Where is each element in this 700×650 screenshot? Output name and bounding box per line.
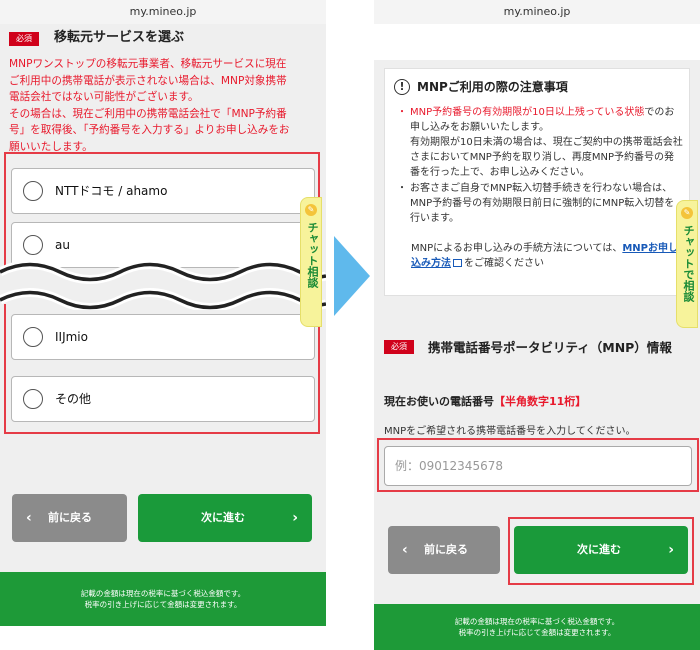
bullet-text: お客さまご自身でMNP転入切替手続きを行わない場合は、MNP予約番号の有効期限日… (410, 183, 675, 224)
chat-label: チャット相談 (306, 222, 319, 288)
bullet-emphasis: MNP予約番号の有効期限が10日以上残っている状態 (410, 107, 645, 118)
option-iijmio[interactable]: IIJmio (11, 314, 315, 360)
chevron-right-icon: › (668, 542, 674, 558)
required-badge: 必須 (9, 31, 39, 46)
back-button[interactable]: ‹ 前に戻る (388, 526, 500, 574)
option-label: NTTドコモ / ahamo (55, 184, 168, 198)
phone-help-text: MNPをご希望される携帯電話番号を入力してください。 (384, 426, 636, 437)
chevron-left-icon: ‹ (26, 510, 32, 526)
howto-suffix: をご確認ください (464, 258, 544, 269)
radio-icon[interactable] (23, 327, 43, 347)
bullet-detail: 有効期限が10日未満の場合は、現在ご契約中の携帯電話会社さまにおいてMNP予約を… (410, 137, 683, 178)
howto-prefix: MNPによるお申し込みの手続方法については、 (411, 243, 623, 254)
footer: 記載の金額は現在の税率に基づく税込金額です。 税率の引き上げに応じて金額は変更さ… (0, 572, 326, 626)
next-button[interactable]: 次に進む › (138, 494, 312, 542)
top-spacer (374, 24, 700, 60)
phone-input-highlight (377, 438, 699, 492)
left-screen: my.mineo.jp 必須 移転元サービスを選ぶ MNPワンストップの移転元事… (0, 0, 326, 650)
next-button-label: 次に進む (577, 543, 621, 556)
next-step-arrow-icon (334, 236, 370, 316)
notice-line: その場合は、現在ご利用中の携帯電話会社で「MNP予約番 (9, 107, 287, 120)
chat-bubble-icon: ✎ (681, 207, 693, 219)
footer-line: 税率の引き上げに応じて金額は変更されます。 (84, 600, 242, 609)
phone-number-label: 現在お使いの電話番号【半角数字11桁】 (384, 393, 586, 409)
notice-bullet: ・ MNP予約番号の有効期限が10日以上残っている状態でのお申し込みをお願いいた… (397, 105, 683, 180)
chat-tab[interactable]: ✎ チャットで相談 (676, 200, 698, 328)
option-label: その他 (55, 392, 92, 406)
mnp-onestop-notice: MNPワンストップの移転元事業者、移転元サービスに現在 ご利用中の携帯電話が表示… (9, 56, 319, 156)
external-link-icon (453, 259, 462, 267)
back-button-label: 前に戻る (424, 543, 468, 556)
section-title: 携帯電話番号ポータビリティ（MNP）情報 (428, 340, 672, 355)
footer-spacer (0, 626, 326, 650)
required-badge: 必須 (384, 340, 414, 354)
exclamation-icon: ! (394, 79, 410, 95)
bullet-dot: ・ (397, 107, 407, 118)
phone-label-note: 【半角数字11桁】 (494, 395, 587, 408)
notice-line: 電話会社ではない可能性がございます。 (9, 91, 199, 104)
footer-line: 記載の金額は現在の税率に基づく税込金額です。 (80, 589, 246, 598)
notice-line: MNPワンストップの移転元事業者、移転元サービスに現在 (9, 58, 287, 70)
back-button-label: 前に戻る (48, 511, 92, 524)
next-button-label: 次に進む (201, 511, 245, 524)
notice-line: ご利用中の携帯電話が表示されない場合は、MNP対象携帯 (9, 74, 287, 87)
url-bar[interactable]: my.mineo.jp (0, 0, 326, 24)
section-title: 移転元サービスを選ぶ (54, 30, 185, 45)
phone-number-input[interactable] (384, 446, 692, 486)
option-docomo[interactable]: NTTドコモ / ahamo (11, 168, 315, 214)
option-label: IIJmio (55, 330, 88, 344)
back-button[interactable]: ‹ 前に戻る (12, 494, 127, 542)
phone-label-text: 現在お使いの電話番号 (384, 395, 494, 408)
radio-icon[interactable] (23, 181, 43, 201)
url-bar[interactable]: my.mineo.jp (374, 0, 700, 24)
footer-line: 税率の引き上げに応じて金額は変更されます。 (458, 628, 616, 637)
omission-wave-icon (0, 262, 326, 310)
radio-icon[interactable] (23, 389, 43, 409)
footer: 記載の金額は現在の税率に基づく税込金額です。 税率の引き上げに応じて金額は変更さ… (374, 604, 700, 650)
right-screen: my.mineo.jp ! MNPご利用の際の注意事項 ・ MNP予約番号の有効… (374, 0, 700, 650)
mnp-notice-card: ! MNPご利用の際の注意事項 ・ MNP予約番号の有効期限が10日以上残ってい… (384, 68, 690, 296)
notice-line: 号」を取得後、「予約番号を入力する」よりお申し込みをお (9, 124, 290, 137)
required-badge-row: 必須 (9, 28, 39, 46)
howto-text: MNPによるお申し込みの手続方法については、MNPお申し込み方法 をご確認ください (411, 241, 679, 271)
chat-bubble-icon: ✎ (305, 204, 317, 216)
notice-title: MNPご利用の際の注意事項 (417, 80, 568, 94)
option-label: au (55, 238, 70, 252)
chevron-right-icon: › (292, 510, 298, 526)
radio-icon[interactable] (23, 235, 43, 255)
chat-label: チャットで相談 (682, 225, 695, 302)
option-other[interactable]: その他 (11, 376, 315, 422)
chevron-left-icon: ‹ (402, 542, 408, 558)
next-button-highlight: 次に進む › (508, 517, 694, 585)
next-button[interactable]: 次に進む › (514, 526, 688, 574)
footer-line: 記載の金額は現在の税率に基づく税込金額です。 (454, 617, 620, 626)
bullet-dot: ・ (397, 183, 407, 194)
notice-bullet: ・ お客さまご自身でMNP転入切替手続きを行わない場合は、MNP予約番号の有効期… (397, 181, 683, 226)
chat-tab[interactable]: ✎ チャット相談 (300, 197, 322, 327)
